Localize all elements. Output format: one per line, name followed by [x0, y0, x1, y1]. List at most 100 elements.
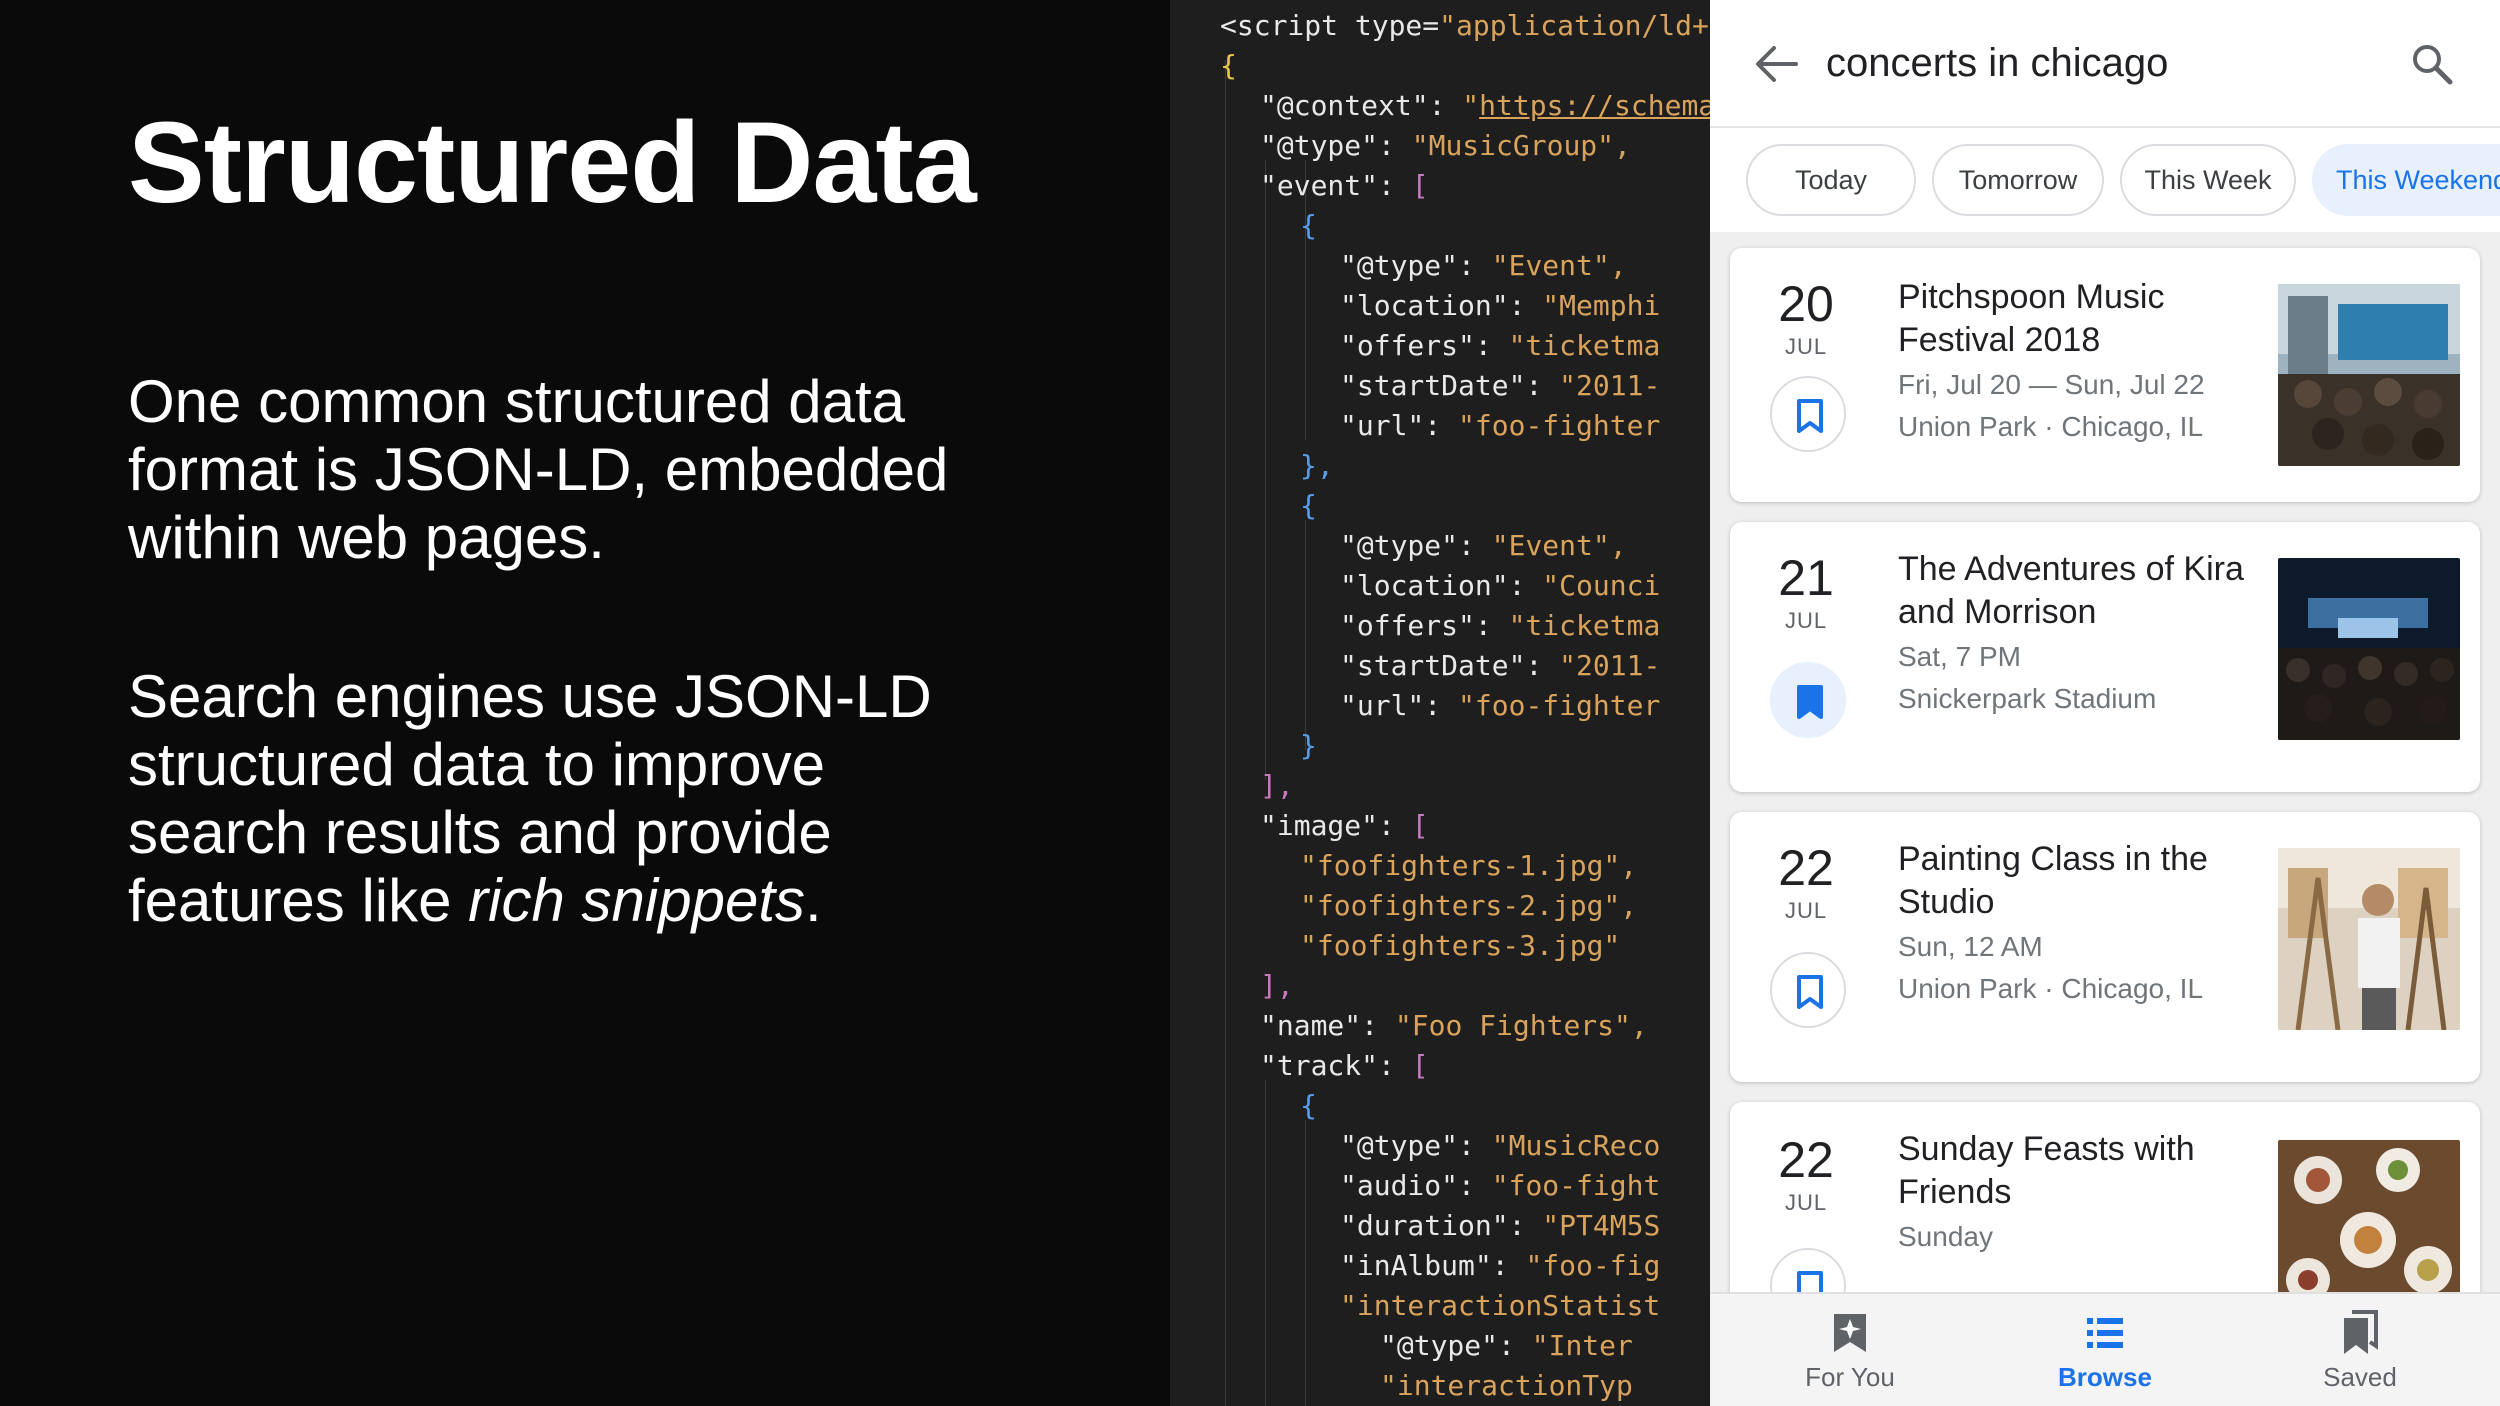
nav-for-you[interactable]: For You [1760, 1294, 1940, 1406]
event-month: JUL [1784, 1190, 1828, 1215]
code-line: "foofighters-3.jpg" [1300, 929, 1621, 962]
arrow-left-icon[interactable] [1754, 44, 1798, 84]
event-date: Fri, Jul 20 — Sun, Jul 22 [1898, 369, 2205, 400]
nav-saved[interactable]: Saved [2270, 1294, 2450, 1406]
code-line: "track": [ [1260, 1049, 1429, 1082]
bookmarks-icon [2344, 1310, 2378, 1354]
event-card[interactable]: 20 JUL Pitchspoon Music Festival 2018 Fr… [1730, 248, 2480, 502]
slide-paragraph-1: One common structured data format is JSO… [128, 368, 949, 571]
event-day: 22 [1778, 1132, 1834, 1188]
code-line: "location": "Counci [1340, 569, 1661, 602]
bookmark-button[interactable] [1770, 952, 1846, 1028]
nav-browse-label: Browse [2058, 1362, 2152, 1392]
code-line: "event": [ [1260, 169, 1429, 202]
nav-browse[interactable]: Browse [2015, 1294, 2195, 1406]
indent-guide [1265, 160, 1266, 780]
search-app: concerts in chicago Today Tomorrow This … [1710, 0, 2500, 1406]
bottom-navigation: For You Browse Saved [1710, 1292, 2500, 1406]
search-query[interactable]: concerts in chicago [1826, 38, 2168, 88]
code-line: { [1300, 209, 1317, 242]
code-line: "interactionStatist [1340, 1289, 1661, 1322]
event-month: JUL [1784, 334, 1828, 359]
sparkle-card-icon [1834, 1314, 1866, 1352]
code-line: }, [1300, 449, 1334, 482]
event-title: The Adventures of Kira and Morrison [1898, 550, 2244, 631]
list-icon [2087, 1318, 2123, 1348]
event-day: 20 [1778, 276, 1834, 332]
painting-class-photo [2278, 848, 2460, 1030]
code-line: "offers": "ticketma [1340, 609, 1661, 642]
slide-paragraph-2: Search engines use JSON-LD structured da… [128, 663, 988, 935]
event-card[interactable]: 21 JUL The Adventures of Kira and Morris… [1730, 522, 2480, 792]
event-feed[interactable]: 20 JUL Pitchspoon Music Festival 2018 Fr… [1710, 232, 2500, 1292]
bookmark-icon [1797, 975, 1823, 1009]
code-line: "foofighters-1.jpg", [1300, 849, 1638, 882]
chip-this-weekend[interactable]: This Weekend [2312, 144, 2500, 216]
code-panel: <script type="application/ld+js { "@contex… [1170, 0, 1710, 1406]
search-bar[interactable]: concerts in chicago [1710, 0, 2500, 128]
code-line: "@type": "Inter [1380, 1329, 1633, 1362]
code-line: "name": "Foo Fighters", [1260, 1009, 1648, 1042]
slide-title: Structured Data [128, 99, 977, 227]
event-month: JUL [1784, 898, 1828, 923]
code-line: "inAlbum": "foo-fig [1340, 1249, 1661, 1282]
indent-guide [1305, 520, 1306, 750]
code-line: ], [1260, 969, 1294, 1002]
code-line: { [1300, 489, 1317, 522]
search-icon[interactable] [2410, 42, 2454, 86]
event-date: Sunday [1898, 1221, 1993, 1252]
nav-saved-label: Saved [2323, 1362, 2397, 1392]
event-card[interactable]: 22 JUL Sunday Feasts with Friends Sunday [1730, 1102, 2480, 1292]
code-line: "@context": "https://schema [1260, 89, 1710, 122]
indent-guide [1225, 60, 1226, 1406]
event-day: 22 [1778, 840, 1834, 896]
festival-crowd-photo [2278, 284, 2460, 466]
code-line: <script type="application/ld+js [1220, 9, 1710, 42]
bookmark-button[interactable] [1770, 662, 1846, 738]
event-month: JUL [1784, 608, 1828, 633]
event-place: Snickerpark Stadium [1898, 683, 2157, 714]
chip-tomorrow[interactable]: Tomorrow [1932, 144, 2104, 216]
bookmark-icon [1797, 399, 1823, 433]
code-line: "location": "Memphi [1340, 289, 1661, 322]
chip-today[interactable]: Today [1746, 144, 1916, 216]
rich-snippets-term: rich snippets [468, 867, 805, 934]
bookmark-button[interactable] [1770, 1248, 1846, 1292]
code-line: "image": [ [1260, 809, 1429, 842]
code-line: "url": "foo-fighter [1340, 409, 1661, 442]
code-line: "url": "foo-fighter [1340, 689, 1661, 722]
event-place: Union Park · Chicago, IL [1898, 973, 2204, 1004]
code-line: "startDate": "2011- [1340, 369, 1661, 402]
event-title: Painting Class in the Studio [1898, 840, 2208, 921]
code-line: "interactionTyp [1380, 1369, 1633, 1402]
event-day: 21 [1778, 550, 1834, 606]
code-line: { [1220, 49, 1237, 82]
para2-end: . [805, 867, 822, 934]
slide-panel: Structured Data One common structured da… [0, 0, 1170, 1406]
code-line: "@type": "Event", [1340, 529, 1627, 562]
code-line: { [1300, 1089, 1317, 1122]
event-card[interactable]: 22 JUL Painting Class in the Studio Sun,… [1730, 812, 2480, 1082]
bookmark-filled-icon [1797, 685, 1823, 719]
event-date: Sun, 12 AM [1898, 931, 2043, 962]
bookmark-icon [1797, 1271, 1823, 1292]
nav-for-you-label: For You [1805, 1362, 1895, 1392]
code-line: "@type": "MusicReco [1340, 1129, 1661, 1162]
stadium-concert-photo [2278, 558, 2460, 740]
event-place: Union Park · Chicago, IL [1898, 411, 2204, 442]
bookmark-button[interactable] [1770, 376, 1846, 452]
code-line: "@type": "Event", [1340, 249, 1627, 282]
event-date: Sat, 7 PM [1898, 641, 2021, 672]
chip-this-week[interactable]: This Week [2120, 144, 2296, 216]
code-line: "audio": "foo-fight [1340, 1169, 1661, 1202]
code-line: "duration": "PT4M5S [1340, 1209, 1661, 1242]
event-title: Sunday Feasts with Friends [1898, 1130, 2195, 1211]
code-line: ], [1260, 769, 1294, 802]
indent-guide [1265, 1080, 1266, 1406]
event-title: Pitchspoon Music Festival 2018 [1898, 278, 2165, 359]
feast-table-photo [2278, 1140, 2460, 1292]
code-line: "offers": "ticketma [1340, 329, 1661, 362]
code-line: "@type": "MusicGroup", [1260, 129, 1631, 162]
code-line: } [1300, 729, 1317, 762]
code-line: "foofighters-2.jpg", [1300, 889, 1638, 922]
